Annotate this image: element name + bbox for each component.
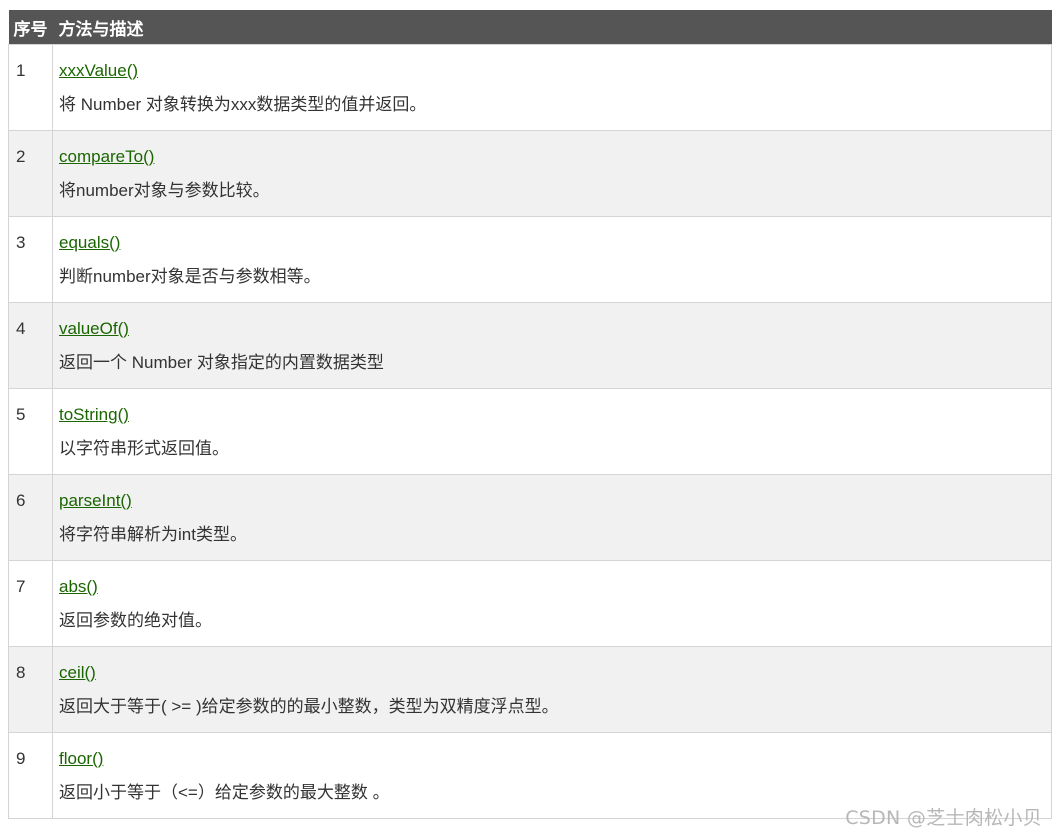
table-header-row: 序号 方法与描述 xyxy=(8,10,1052,45)
csdn-watermark: CSDN @芝士肉松小贝 xyxy=(845,807,1042,829)
row-number: 2 xyxy=(8,130,53,217)
table-row: 4 valueOf() 返回一个 Number 对象指定的内置数据类型 xyxy=(8,302,1052,389)
row-content: compareTo() 将number对象与参数比较。 xyxy=(52,130,1052,217)
method-link[interactable]: floor() xyxy=(59,749,103,769)
table-row: 3 equals() 判断number对象是否与参数相等。 xyxy=(8,216,1052,303)
table-row: 7 abs() 返回参数的绝对值。 xyxy=(8,560,1052,647)
method-description: 返回一个 Number 对象指定的内置数据类型 xyxy=(59,353,384,372)
method-link[interactable]: compareTo() xyxy=(59,147,154,167)
row-number: 6 xyxy=(8,474,53,561)
table-row: 2 compareTo() 将number对象与参数比较。 xyxy=(8,130,1052,217)
method-description: 返回小于等于（<=）给定参数的最大整数 。 xyxy=(59,783,390,802)
row-number: 8 xyxy=(8,646,53,733)
method-link[interactable]: equals() xyxy=(59,233,120,253)
row-content: ceil() 返回大于等于( >= )给定参数的的最小整数，类型为双精度浮点型。 xyxy=(52,646,1052,733)
row-content: toString() 以字符串形式返回值。 xyxy=(52,388,1052,475)
method-description: 返回参数的绝对值。 xyxy=(59,611,212,630)
row-content: equals() 判断number对象是否与参数相等。 xyxy=(52,216,1052,303)
method-link[interactable]: toString() xyxy=(59,405,129,425)
method-link[interactable]: valueOf() xyxy=(59,319,129,339)
method-description: 将字符串解析为int类型。 xyxy=(59,525,247,544)
row-content: abs() 返回参数的绝对值。 xyxy=(52,560,1052,647)
row-content: valueOf() 返回一个 Number 对象指定的内置数据类型 xyxy=(52,302,1052,389)
header-method-description: 方法与描述 xyxy=(52,10,1052,45)
row-content: xxxValue() 将 Number 对象转换为xxx数据类型的值并返回。 xyxy=(52,44,1052,131)
method-description: 将 Number 对象转换为xxx数据类型的值并返回。 xyxy=(59,95,427,114)
methods-table-container: 序号 方法与描述 1 xxxValue() 将 Number 对象转换为xxx数… xyxy=(8,10,1052,819)
row-number: 4 xyxy=(8,302,53,389)
row-content: parseInt() 将字符串解析为int类型。 xyxy=(52,474,1052,561)
table-row: 5 toString() 以字符串形式返回值。 xyxy=(8,388,1052,475)
table-row: 8 ceil() 返回大于等于( >= )给定参数的的最小整数，类型为双精度浮点… xyxy=(8,646,1052,733)
method-link[interactable]: parseInt() xyxy=(59,491,132,511)
row-number: 3 xyxy=(8,216,53,303)
header-index: 序号 xyxy=(8,10,53,45)
table-row: 6 parseInt() 将字符串解析为int类型。 xyxy=(8,474,1052,561)
row-number: 1 xyxy=(8,44,53,131)
method-description: 返回大于等于( >= )给定参数的的最小整数，类型为双精度浮点型。 xyxy=(59,697,559,716)
method-link[interactable]: xxxValue() xyxy=(59,61,138,81)
row-number: 7 xyxy=(8,560,53,647)
row-number: 5 xyxy=(8,388,53,475)
method-description: 将number对象与参数比较。 xyxy=(59,181,270,200)
number-methods-table: 序号 方法与描述 1 xxxValue() 将 Number 对象转换为xxx数… xyxy=(8,10,1052,819)
method-link[interactable]: ceil() xyxy=(59,663,96,683)
table-row: 1 xxxValue() 将 Number 对象转换为xxx数据类型的值并返回。 xyxy=(8,44,1052,131)
method-link[interactable]: abs() xyxy=(59,577,98,597)
method-description: 以字符串形式返回值。 xyxy=(59,439,229,458)
row-number: 9 xyxy=(8,732,53,819)
method-description: 判断number对象是否与参数相等。 xyxy=(59,267,321,286)
